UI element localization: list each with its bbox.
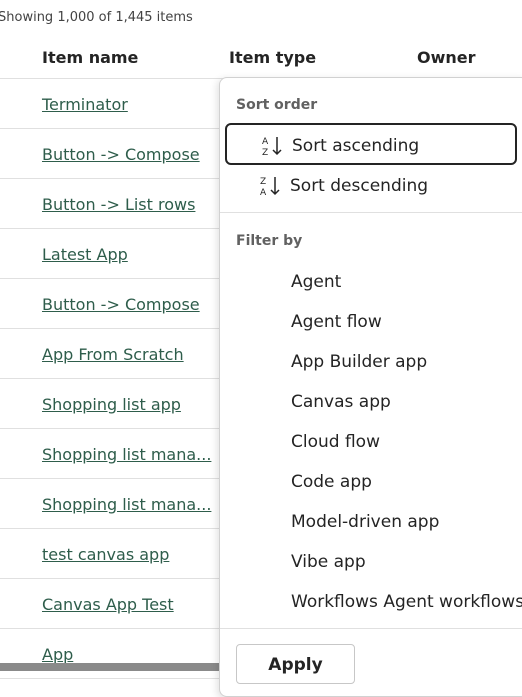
item-name-link[interactable]: Terminator (42, 95, 128, 114)
item-name-link[interactable]: Button -> Compose (42, 295, 200, 314)
item-name-link[interactable]: App (42, 645, 73, 664)
svg-text:A: A (262, 137, 269, 147)
filter-option-cloud-flow[interactable]: Cloud flow (291, 432, 380, 452)
filter-option-code-app[interactable]: Code app (291, 472, 372, 492)
filter-option-model-driven-app[interactable]: Model-driven app (291, 512, 439, 532)
item-name-link[interactable]: Button -> Compose (42, 145, 200, 164)
column-filter-menu: Sort order A Z Sort ascending Z A Sort d… (219, 77, 522, 697)
items-count-summary: Showing 1,000 of 1,445 items (0, 10, 193, 25)
item-name-link[interactable]: Latest App (42, 245, 128, 264)
menu-divider (220, 628, 522, 629)
item-name-link[interactable]: Canvas App Test (42, 595, 174, 614)
horizontal-scrollbar[interactable] (0, 663, 222, 671)
sort-ascending-icon: A Z (262, 137, 282, 158)
svg-text:Z: Z (260, 177, 266, 187)
sort-ascending-button[interactable]: A Z Sort ascending (225, 123, 517, 165)
filter-option-workflows-agent-workflows[interactable]: Workflows Agent workflows (291, 592, 522, 612)
sort-ascending-label: Sort ascending (292, 136, 420, 156)
svg-text:Z: Z (262, 148, 268, 158)
menu-divider (220, 212, 522, 213)
filter-option-agent-flow[interactable]: Agent flow (291, 312, 382, 332)
item-name-link[interactable]: Shopping list mana... (42, 445, 211, 464)
svg-text:A: A (260, 188, 267, 198)
filter-option-vibe-app[interactable]: Vibe app (291, 552, 366, 572)
sort-descending-button[interactable]: Z A Sort descending (225, 165, 517, 207)
item-name-link[interactable]: Shopping list mana... (42, 495, 211, 514)
sort-descending-label: Sort descending (290, 176, 429, 196)
column-header-item-name[interactable]: Item name (42, 48, 138, 67)
filter-option-app-builder-app[interactable]: App Builder app (291, 352, 427, 372)
filter-option-agent[interactable]: Agent (291, 272, 341, 292)
sort-order-heading: Sort order (236, 97, 318, 113)
apply-button[interactable]: Apply (236, 644, 355, 684)
filter-option-canvas-app[interactable]: Canvas app (291, 392, 391, 412)
item-name-link[interactable]: Shopping list app (42, 395, 181, 414)
column-header-owner[interactable]: Owner (417, 48, 476, 67)
column-header-item-type[interactable]: Item type (229, 48, 316, 67)
item-name-link[interactable]: App From Scratch (42, 345, 184, 364)
item-name-link[interactable]: Button -> List rows (42, 195, 195, 214)
filter-by-heading: Filter by (236, 233, 303, 249)
sort-descending-icon: Z A (260, 177, 280, 198)
item-name-link[interactable]: test canvas app (42, 545, 169, 564)
